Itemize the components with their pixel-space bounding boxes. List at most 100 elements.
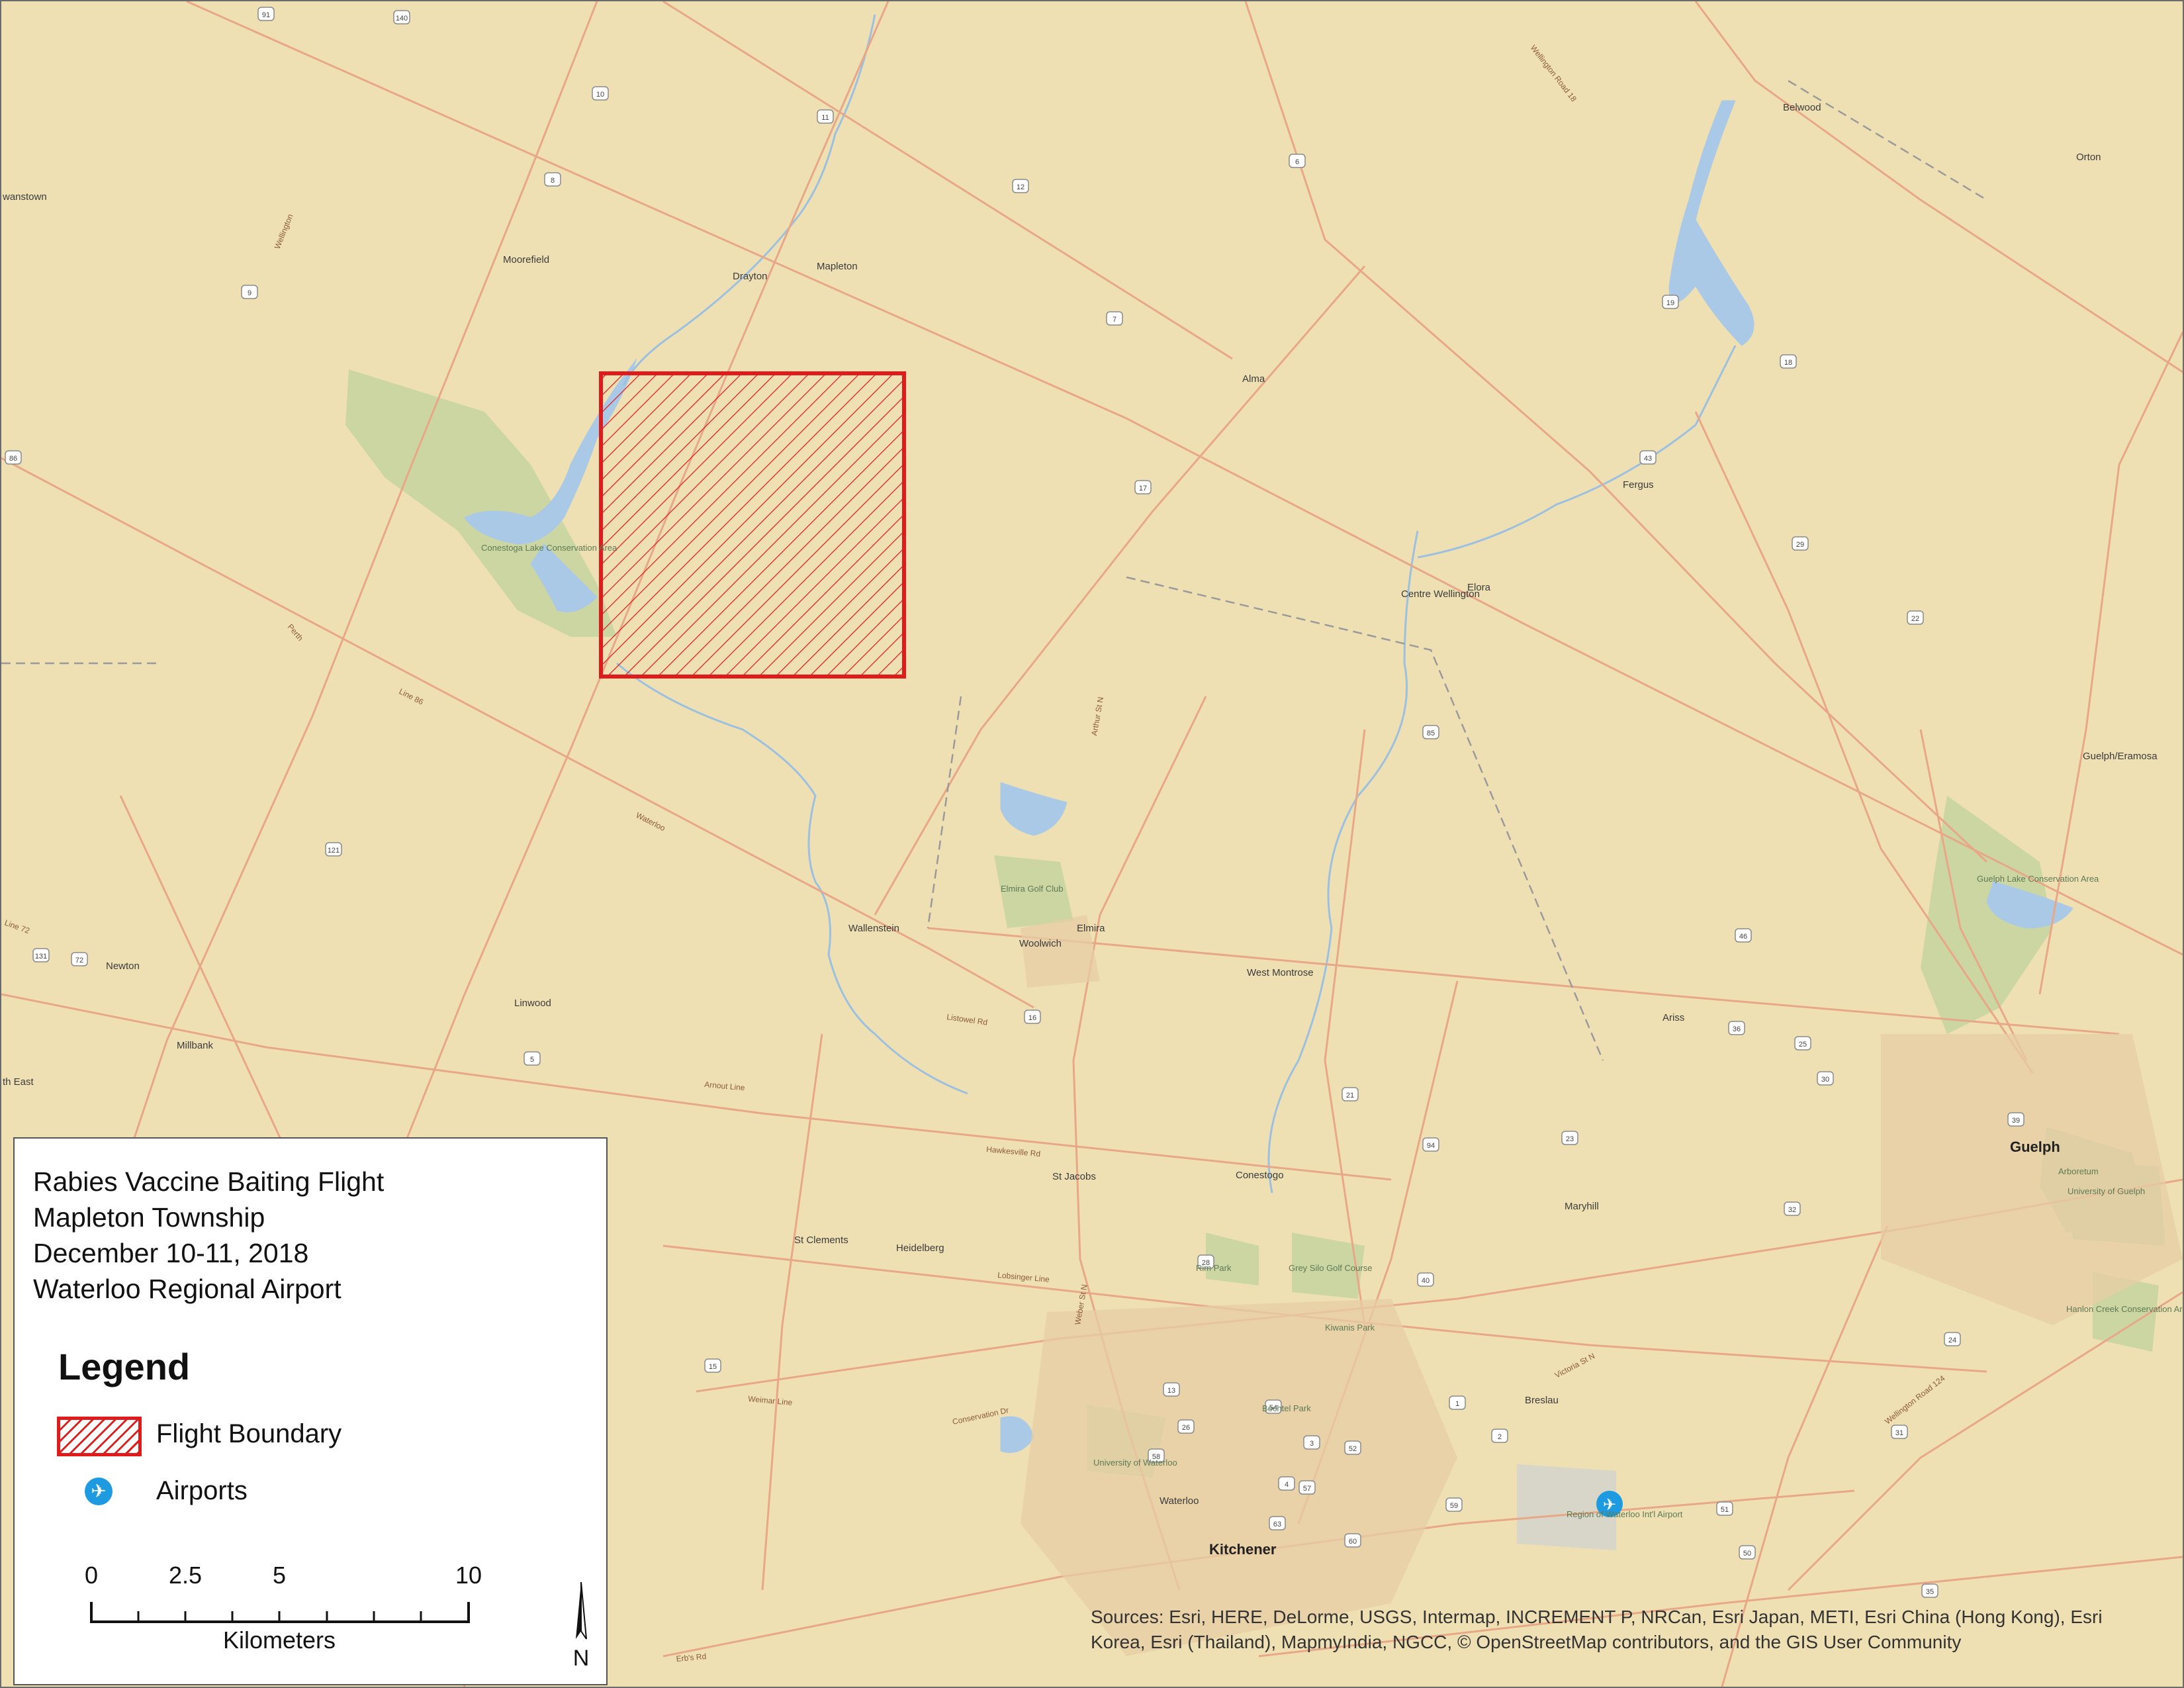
- map-attribution: Sources: Esri, HERE, DeLorme, USGS, Inte…: [1091, 1607, 2103, 1652]
- road-shield: 52: [1344, 1440, 1361, 1455]
- road-label: Wellington: [273, 212, 295, 250]
- road-shield-number: 50: [1743, 1550, 1751, 1558]
- park-label: University of Guelph: [2068, 1186, 2145, 1196]
- road-shield-number: 9: [248, 289, 251, 297]
- road-shield: 6: [1289, 154, 1306, 168]
- road-shield: 57: [1298, 1480, 1316, 1495]
- road-shield: 59: [1445, 1497, 1463, 1512]
- place-label: Linwood: [514, 998, 551, 1009]
- road-shield: 86: [5, 450, 22, 465]
- place-label: Heidelberg: [896, 1243, 944, 1254]
- road-shield-number: 24: [1948, 1336, 1956, 1344]
- road-shield: 16: [1024, 1009, 1041, 1024]
- road-shield-number: 43: [1644, 455, 1652, 463]
- north-arrow-label: N: [573, 1646, 590, 1671]
- scale-tick-label: 10: [455, 1562, 482, 1589]
- road-shield-number: 1: [1455, 1400, 1459, 1408]
- place-label: Centre Wellington: [1401, 588, 1480, 600]
- road-shield: 1: [1449, 1395, 1466, 1410]
- road-shield: 32: [1784, 1201, 1801, 1216]
- road-label: Perth: [286, 622, 305, 643]
- road-label: Erb's Rd: [676, 1652, 707, 1664]
- road-shield-number: 85: [1427, 729, 1435, 737]
- place-label: Moorefield: [503, 254, 549, 265]
- road-shield-number: 15: [709, 1363, 717, 1371]
- road-shield: 51: [1716, 1501, 1733, 1516]
- park-label: Arboretum: [2058, 1166, 2099, 1176]
- park-label: University of Waterloo: [1093, 1458, 1177, 1468]
- road-label: Line 86: [398, 686, 426, 706]
- road-label: Weimar Line: [748, 1394, 793, 1407]
- road-shield-number: 51: [1721, 1506, 1729, 1514]
- road-shield: 9: [241, 285, 258, 299]
- place-label: Waterloo: [1160, 1495, 1199, 1507]
- road-label: Arnout Line: [704, 1080, 746, 1092]
- road-shield-number: 22: [1911, 615, 1919, 623]
- road-shield-number: 19: [1666, 299, 1674, 307]
- road-shield: 63: [1269, 1516, 1286, 1530]
- road-shield-number: 5: [530, 1056, 534, 1064]
- road-shield: 10: [592, 86, 609, 101]
- place-label: West Montrose: [1247, 967, 1314, 978]
- place-label: Orton: [2076, 152, 2101, 163]
- road-shield-number: 86: [9, 455, 17, 463]
- road-shield-number: 31: [1895, 1429, 1903, 1437]
- road-shield-number: 26: [1182, 1424, 1190, 1432]
- map-info-panel: Rabies Vaccine Baiting Flight Mapleton T…: [13, 1137, 608, 1685]
- road-shield-number: 140: [396, 15, 408, 23]
- place-label: Millbank: [177, 1040, 214, 1051]
- road-shield-number: 4: [1285, 1481, 1289, 1489]
- road-shield: 94: [1422, 1137, 1439, 1152]
- road-shield-number: 63: [1273, 1521, 1281, 1528]
- flight-boundary[interactable]: [599, 371, 906, 679]
- road-shield-number: 21: [1346, 1092, 1354, 1100]
- road-shield: 19: [1662, 295, 1679, 309]
- scale-bar: 0 2.5 5 10 Kilometers: [85, 1562, 482, 1654]
- place-label: Guelph/Eramosa: [2083, 751, 2158, 762]
- road-shield: 3: [1303, 1435, 1320, 1450]
- place-label: Guelph: [2010, 1139, 2060, 1155]
- place-label: St Clements: [794, 1235, 848, 1246]
- road-shield-number: 16: [1028, 1014, 1036, 1022]
- road-shield: 39: [2007, 1112, 2025, 1127]
- road-shield: 121: [325, 842, 342, 857]
- road-shield-number: 36: [1733, 1025, 1741, 1033]
- road-label: Wellington Road 18: [1529, 43, 1579, 103]
- road-shield: 31: [1891, 1425, 1908, 1439]
- place-label: Maryhill: [1565, 1201, 1599, 1212]
- road-label: Arthur St N: [1089, 696, 1105, 737]
- road-shield-number: 25: [1799, 1041, 1807, 1049]
- road-shield-number: 39: [2012, 1117, 2020, 1125]
- road-shield: 40: [1417, 1272, 1434, 1287]
- scale-tick-label: 0: [85, 1562, 98, 1589]
- road-shield: 60: [1344, 1533, 1361, 1548]
- road-shield: 7: [1106, 311, 1123, 326]
- road-label: Listowel Rd: [946, 1012, 988, 1027]
- road-label: Victoria St N: [1553, 1351, 1596, 1380]
- road-shield: 29: [1792, 536, 1809, 551]
- park-label: Bechtel Park: [1262, 1403, 1311, 1413]
- road-shield: 43: [1639, 450, 1657, 465]
- park-label: Elmira Golf Club: [1001, 884, 1064, 894]
- park-label: Kiwanis Park: [1325, 1323, 1375, 1333]
- place-label: Belwood: [1783, 102, 1821, 113]
- road-shield-number: 12: [1017, 183, 1024, 191]
- road-shield: 35: [1921, 1583, 1938, 1598]
- park-label: Grey Silo Golf Course: [1289, 1263, 1372, 1273]
- road-shield: 11: [817, 109, 834, 124]
- place-label: Alma: [1242, 373, 1265, 385]
- place-label: Elmira: [1077, 923, 1105, 934]
- road-shield-number: 72: [75, 957, 83, 964]
- road-label: Line 72: [3, 918, 31, 936]
- place-label: th East: [3, 1076, 34, 1088]
- road-shield-number: 59: [1450, 1502, 1458, 1510]
- road-shield-number: 11: [821, 114, 829, 122]
- road-shield-number: 121: [328, 847, 340, 855]
- place-label: Ariss: [1662, 1012, 1684, 1023]
- place-label: Woolwich: [1019, 938, 1062, 949]
- park-label: Conestoga Lake Conservation Area: [481, 543, 617, 553]
- road-shield-number: 131: [35, 953, 47, 961]
- road-shield-number: 91: [262, 11, 270, 19]
- place-label: Kitchener: [1209, 1541, 1277, 1558]
- road-shield: 91: [257, 7, 275, 21]
